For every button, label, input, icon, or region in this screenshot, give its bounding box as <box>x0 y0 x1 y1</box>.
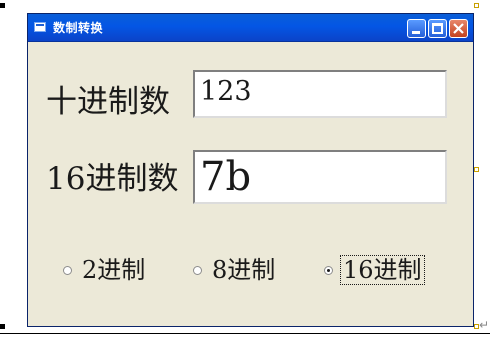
title-bar[interactable]: 数制转换 <box>28 14 473 42</box>
hex-output-field[interactable]: 7b <box>193 150 447 204</box>
radio-hex-label[interactable]: 16进制 <box>340 255 425 285</box>
radio-octal-indicator[interactable] <box>193 266 202 275</box>
minimize-icon <box>412 31 420 34</box>
maximize-icon <box>432 23 443 34</box>
hex-label: 16进制数 <box>46 161 179 197</box>
radio-hex-indicator[interactable] <box>324 266 333 275</box>
app-window-icon[interactable] <box>34 22 46 32</box>
close-icon <box>453 23 464 34</box>
decimal-label: 十进制数 <box>46 84 170 120</box>
minimize-button[interactable] <box>407 19 426 38</box>
conversion-window: 数制转换 十进制数 123 16进制数 7b 2进制 8进制 16进制 <box>27 13 474 327</box>
radio-binary-indicator[interactable] <box>63 266 72 275</box>
selection-handle[interactable] <box>0 3 5 8</box>
page-divider <box>0 333 490 334</box>
close-button[interactable] <box>449 19 468 38</box>
radio-binary-label[interactable]: 2进制 <box>80 256 147 284</box>
radio-octal-label[interactable]: 8进制 <box>210 256 277 284</box>
selection-handle[interactable] <box>474 167 479 172</box>
paragraph-mark-icon: ↵ <box>479 318 490 332</box>
selection-handle[interactable] <box>474 3 479 8</box>
document-page: 数制转换 十进制数 123 16进制数 7b 2进制 8进制 16进制 ↵ <box>0 0 500 341</box>
maximize-button[interactable] <box>428 19 447 38</box>
decimal-input[interactable]: 123 <box>193 70 447 118</box>
selection-handle[interactable] <box>0 324 5 329</box>
window-title: 数制转换 <box>53 21 104 35</box>
